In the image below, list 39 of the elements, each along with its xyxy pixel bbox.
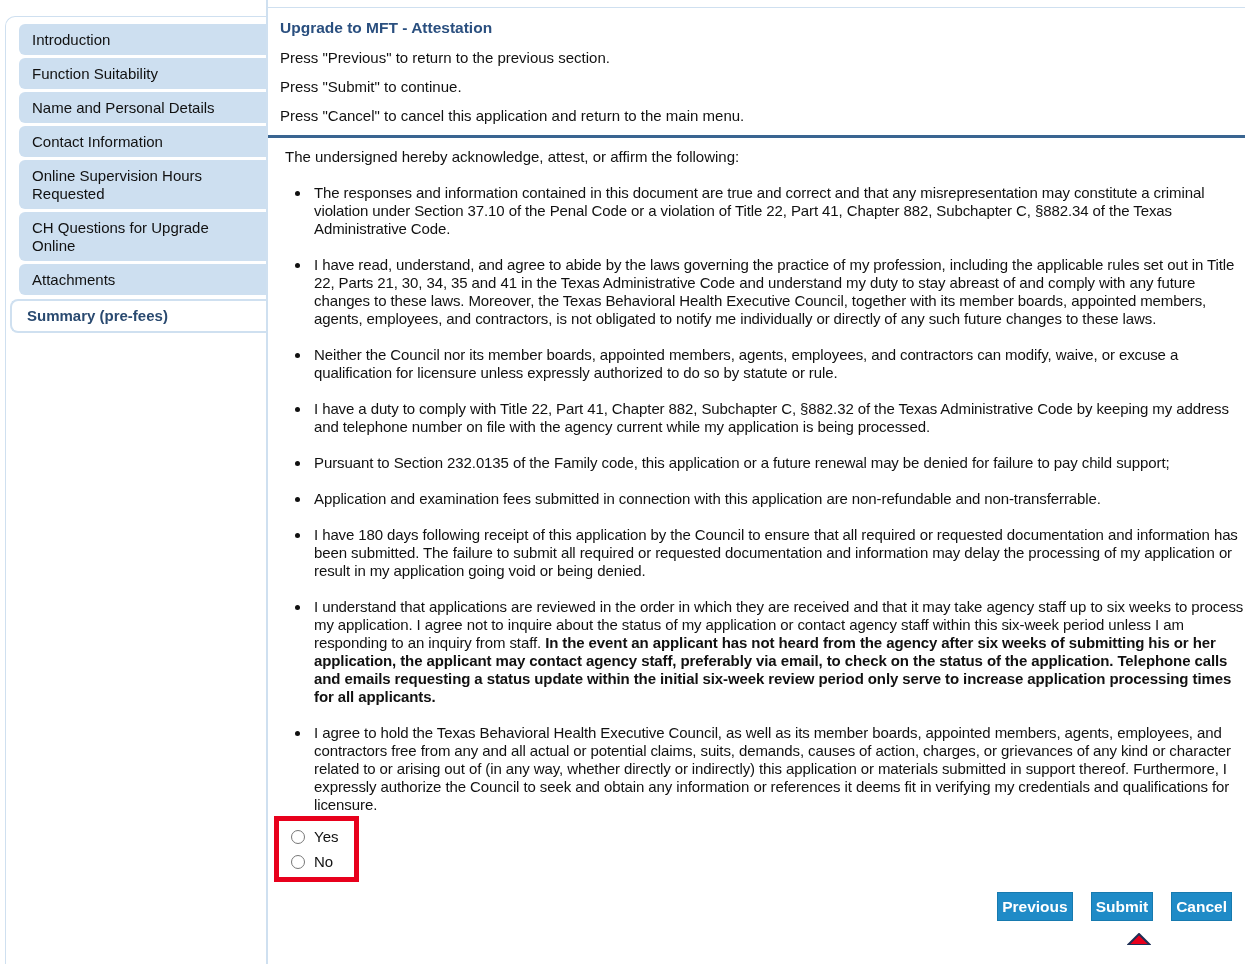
bullet-icon (295, 605, 300, 610)
radio-button[interactable] (291, 854, 305, 869)
bullet-icon (295, 191, 300, 196)
intro-text: The undersigned hereby acknowledge, attest, or affirm the following: (285, 148, 741, 166)
instruction-text: Press "Previous" to return to the previous section. (280, 49, 611, 67)
action-button[interactable]: Cancel (1171, 892, 1232, 921)
action-button[interactable]: Previous (997, 892, 1073, 921)
sidebar-item[interactable]: Contact Information (19, 126, 266, 157)
sidebar-item[interactable]: Attachments (19, 264, 266, 295)
bullet-icon (295, 731, 300, 736)
sidebar-item[interactable]: Introduction (19, 24, 266, 55)
bullet-icon (295, 461, 300, 466)
bullet-icon (295, 497, 300, 502)
arrow-icon (1127, 933, 1151, 945)
action-button[interactable]: Submit (1090, 892, 1154, 921)
attestation-item: I have read, understand, and agree to abide by the laws governing the practice of my profession, including the applicable rules set out in Title 22, Parts 21, 30, 34, 35 and 41 in the Texas Administrative Code and understand my duty to stay abreast of and comply with any future changes to these laws. Moreover, the Texas Behavioral Health Executive Council, together with its member boards, appointed members, agents, employees, and contractors, is not obligated to notify me individually or directly of any such future changes to these laws. (314, 256, 1236, 328)
radio-label[interactable]: No (314, 853, 334, 870)
attestation-item: I have 180 days following receipt of this application by the Council to ensure that all required or requested documentation and information has been submitted. The failure to submit all required or requested documentation and information may delay the processing of my application or result in my application going void or being denied. (314, 526, 1239, 580)
attestation-item: The responses and information contained in this document are true and correct and that any misrepresentation may constitute a criminal violation under Section 37.10 of the Penal Code or a violation of Title 22, Part 41, Chapter 882, Subchapter C, §882.34 of the Texas Administrative Code. (314, 184, 1206, 238)
radio-label[interactable]: Yes (314, 828, 339, 845)
instruction-text: Press "Submit" to continue. (280, 78, 463, 96)
attestation-item: I agree to hold the Texas Behavioral Health Executive Council, as well as its member boards, appointed members, agents, employees, and contractors free from any and all actual or potential claims, suits, demands, causes of action, charges, or grievances of any kind or character related to or arising out of (in any way, whether directly or indirectly) this application or materials submitted in support thereof. Furthermore, I expressly authorize the Council to seek and obtain any information or references it deems fit in verifying my credentials and qualifications for licensure. (314, 724, 1232, 814)
attestation-item: I have a duty to comply with Title 22, Part 41, Chapter 882, Subchapter C, §882.32 of the Texas Administrative Code by keeping my address and telephone number on file with the agency current while my application is being processed. (314, 400, 1230, 436)
attestation-item: I understand that applications are reviewed in the order in which they are received and that it may take agency staff up to six weeks to process my application. I agree not to inquire about the status of my application or contact agency staff within this six-week period unless I am responding to an inquiry from staff. In the event an applicant has not heard from the agency after six weeks of submitting his or her application, the applicant may contact agency staff, preferably via email, to check on the status of the application. Telephone calls and emails requesting a status update within the initial six-week review period only serve to increase application processing times for all applicants. (314, 598, 1245, 706)
instruction-text: Press "Cancel" to cancel this application and return to the main menu. (280, 107, 746, 125)
attestation-item: Neither the Council nor its member boards, appointed members, agents, employees, and contractors can modify, waive, or excuse a qualification for licensure unless expressly authorized to do so by statute or rule. (314, 346, 1180, 382)
sidebar-item[interactable]: Summary (pre-fees) (10, 299, 266, 333)
sidebar-item[interactable]: Online Supervision Hours Requested (19, 160, 266, 209)
radio-button[interactable] (291, 829, 305, 844)
sidebar-item[interactable]: Name and Personal Details (19, 92, 266, 123)
bullet-icon (295, 407, 300, 412)
page-title: Upgrade to MFT - Attestation (280, 18, 494, 38)
bullet-icon (295, 533, 300, 538)
sidebar-item[interactable]: Function Suitability (19, 58, 266, 89)
attestation-item: Application and examination fees submitted in connection with this application are non-refundable and non-transferrable. (314, 490, 1102, 508)
bullet-icon (295, 263, 300, 268)
bullet-icon (295, 353, 300, 358)
sidebar-item[interactable]: CH Questions for Upgrade Online (19, 212, 266, 261)
attestation-item: Pursuant to Section 232.0135 of the Family code, this application or a future renewal may be denied for failure to pay child support; (314, 454, 1171, 472)
